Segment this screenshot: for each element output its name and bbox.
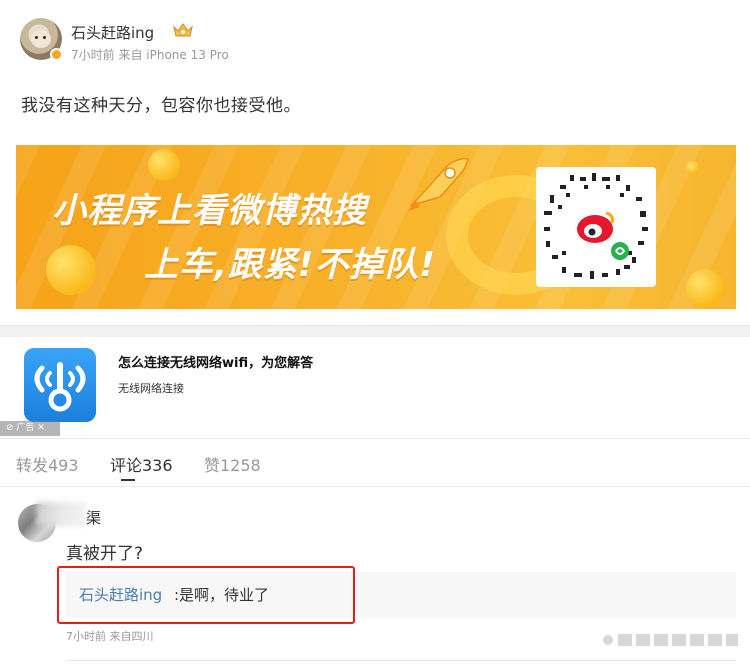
banner-title-line1: 小程序上看微博热搜	[52, 191, 367, 231]
ad-subtitle: 无线网络连接	[118, 382, 184, 395]
banner-coin	[148, 149, 180, 181]
wifi-key-icon	[34, 362, 86, 412]
avatar-eye	[35, 36, 38, 39]
avatar-eye	[43, 36, 46, 39]
tabs-top-divider	[0, 438, 750, 439]
avatar-face	[31, 30, 51, 48]
banner-coin	[46, 245, 96, 295]
post-text: 我没有这种天分，包容你也接受他。	[21, 96, 301, 116]
post-header: 石头赶路ing 7小时前 来自 iPhone 13 Pro	[0, 0, 750, 80]
section-divider-line	[0, 325, 750, 326]
rocket-icon	[408, 157, 469, 211]
verified-badge-icon	[50, 48, 63, 61]
wifi-app-icon[interactable]	[24, 348, 96, 422]
tab-comments[interactable]: 评论336	[110, 452, 173, 476]
banner-coin	[686, 161, 700, 175]
commenter-name[interactable]: 渠	[86, 507, 101, 528]
blurred-name-area	[36, 502, 86, 526]
ad-title[interactable]: 怎么连接无线网络wifi，为您解答	[118, 352, 313, 371]
comment-meta: 7小时前 来自四川	[66, 630, 154, 643]
banner-title-line2: 上车,跟紧!不掉队!	[144, 245, 436, 285]
banner-coin	[686, 269, 724, 307]
ad-tag: ⊘ 广告 ✕	[0, 421, 60, 436]
tab-repost[interactable]: 转发493	[16, 452, 79, 476]
ad-tag-label: 广告	[16, 423, 35, 433]
qr-pattern	[544, 173, 648, 279]
section-divider	[0, 325, 750, 337]
comment-text: 真被开了?	[66, 544, 144, 564]
active-tab-indicator	[121, 479, 135, 481]
post-username[interactable]: 石头赶路ing	[71, 22, 154, 43]
vip-crown-icon	[173, 23, 193, 37]
tab-likes[interactable]: 赞1258	[204, 452, 261, 476]
highlight-annotation-box	[57, 566, 355, 624]
post-meta: 7小时前 来自 iPhone 13 Pro	[71, 48, 229, 62]
miniprogram-banner[interactable]: 小程序上看微博热搜 上车,跟紧!不掉队!	[16, 145, 736, 309]
tabs-bottom-divider	[0, 486, 750, 487]
comment-divider	[66, 660, 736, 661]
miniprogram-qr-code[interactable]	[536, 167, 656, 287]
user-avatar[interactable]	[20, 18, 63, 61]
watermark-logo	[603, 634, 738, 646]
